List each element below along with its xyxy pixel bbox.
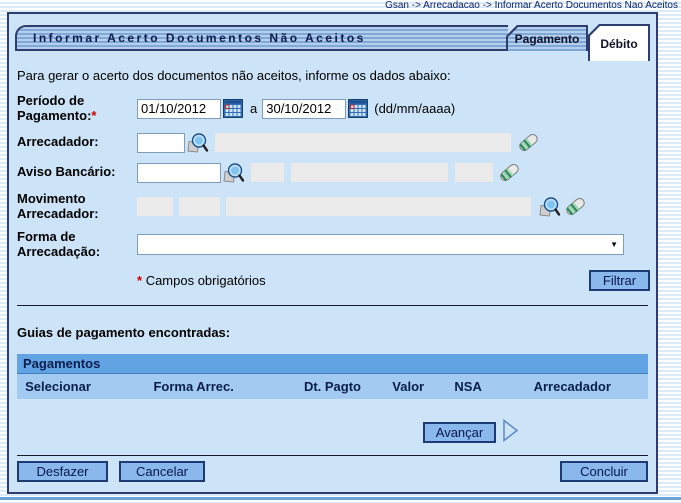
- tab-pagamento-label: Pagamento: [514, 32, 580, 46]
- search-icon[interactable]: [187, 132, 209, 154]
- column-header-valor: Valor: [392, 378, 425, 394]
- advance-arrow-icon: [502, 418, 519, 447]
- movimento-field1-display: [137, 197, 173, 217]
- date-format-hint: (dd/mm/aaaa): [374, 101, 456, 117]
- bottom-accent-bar: [0, 497, 681, 500]
- required-asterisk: *: [91, 107, 97, 123]
- concluir-button[interactable]: Concluir: [560, 460, 648, 482]
- search-icon[interactable]: [223, 162, 245, 184]
- arrecadador-description-display: [215, 133, 511, 153]
- results-heading: Guias de pagamento encontradas:: [17, 324, 231, 340]
- required-note: * Campos obrigatórios: [137, 273, 266, 288]
- section-divider: [17, 304, 648, 306]
- title-bar: Informar Acerto Documentos Não Aceitos: [15, 25, 508, 51]
- page-title: Informar Acerto Documentos Não Aceitos: [33, 31, 366, 45]
- aviso-bancario-field2-display: [291, 163, 448, 183]
- row-required-filtrar: * Campos obrigatórios Filtrar: [17, 269, 650, 291]
- filtrar-button[interactable]: Filtrar: [589, 269, 650, 291]
- calendar-icon[interactable]: [348, 99, 369, 119]
- aviso-bancario-code-input[interactable]: [137, 162, 221, 183]
- movimento-field2-display: [179, 197, 220, 217]
- desfazer-button[interactable]: Desfazer: [17, 460, 108, 482]
- breadcrumb[interactable]: Gsan -> Arrecadacao -> Informar Acerto D…: [385, 0, 678, 11]
- column-header-dt-pagto: Dt. Pagto: [303, 378, 361, 394]
- column-header-arrecadador: Arrecadador: [533, 378, 611, 394]
- row-movimento-arrecadador: Movimento Arrecadador:: [17, 190, 650, 222]
- footer: Desfazer Cancelar Concluir: [17, 460, 648, 482]
- chevron-down-icon: ▼: [610, 240, 618, 250]
- arrecadador-code-input[interactable]: [137, 132, 185, 153]
- cancelar-button[interactable]: Cancelar: [119, 460, 205, 482]
- header: Informar Acerto Documentos Não Aceitos P…: [15, 24, 650, 61]
- footer-divider: [17, 454, 648, 456]
- calendar-icon[interactable]: [223, 99, 243, 119]
- movimento-field3-display: [226, 197, 531, 217]
- table-title: Pagamentos: [17, 353, 648, 374]
- column-header-forma-arrec: Forma Arrec.: [153, 378, 234, 394]
- forma-arrecadacao-label: Forma de Arrecadação:: [17, 228, 101, 259]
- row-forma-arrecadacao: Forma de Arrecadação: ▼: [17, 228, 650, 260]
- intro-text: Para gerar o acerto dos documentos não a…: [17, 68, 451, 83]
- tab-pagamento[interactable]: Pagamento: [506, 25, 588, 51]
- avancar-button[interactable]: Avançar: [423, 422, 496, 444]
- arrecadador-label: Arrecadador:: [17, 134, 99, 150]
- eraser-icon[interactable]: [499, 162, 520, 183]
- row-avancar: Avançar: [423, 418, 650, 447]
- periodo-between-label: a: [250, 101, 258, 117]
- eraser-icon[interactable]: [565, 196, 586, 217]
- column-header-selecionar: Selecionar: [25, 378, 91, 394]
- main-panel: Informar Acerto Documentos Não Aceitos P…: [7, 12, 658, 494]
- search-icon[interactable]: [539, 196, 561, 218]
- tab-debito[interactable]: Débito: [588, 24, 650, 61]
- aviso-bancario-field1-display: [251, 163, 284, 183]
- aviso-bancario-field3-display: [455, 163, 493, 183]
- row-periodo: Período de Pagamento:* a: [17, 93, 650, 124]
- eraser-icon[interactable]: [518, 132, 539, 153]
- tab-debito-label: Débito: [600, 36, 638, 51]
- movimento-label: Movimento Arrecadador:: [17, 190, 99, 221]
- forma-arrecadacao-select[interactable]: ▼: [137, 234, 624, 256]
- row-arrecadador: Arrecadador:: [17, 132, 650, 154]
- periodo-date-from-input[interactable]: [137, 98, 221, 119]
- required-note-text: Campos obrigatórios: [145, 272, 266, 288]
- periodo-date-to-input[interactable]: [262, 98, 347, 119]
- row-aviso-bancario: Aviso Bancário:: [17, 162, 650, 184]
- periodo-label: Período de Pagamento:*: [17, 93, 97, 123]
- aviso-bancario-label: Aviso Bancário:: [17, 164, 116, 180]
- column-header-nsa: NSA: [454, 378, 482, 394]
- pagamentos-table: Pagamentos Selecionar Forma Arrec. Dt. P…: [17, 353, 648, 399]
- required-asterisk: *: [137, 272, 143, 288]
- table-header-row: Selecionar Forma Arrec. Dt. Pagto Valor …: [17, 373, 648, 399]
